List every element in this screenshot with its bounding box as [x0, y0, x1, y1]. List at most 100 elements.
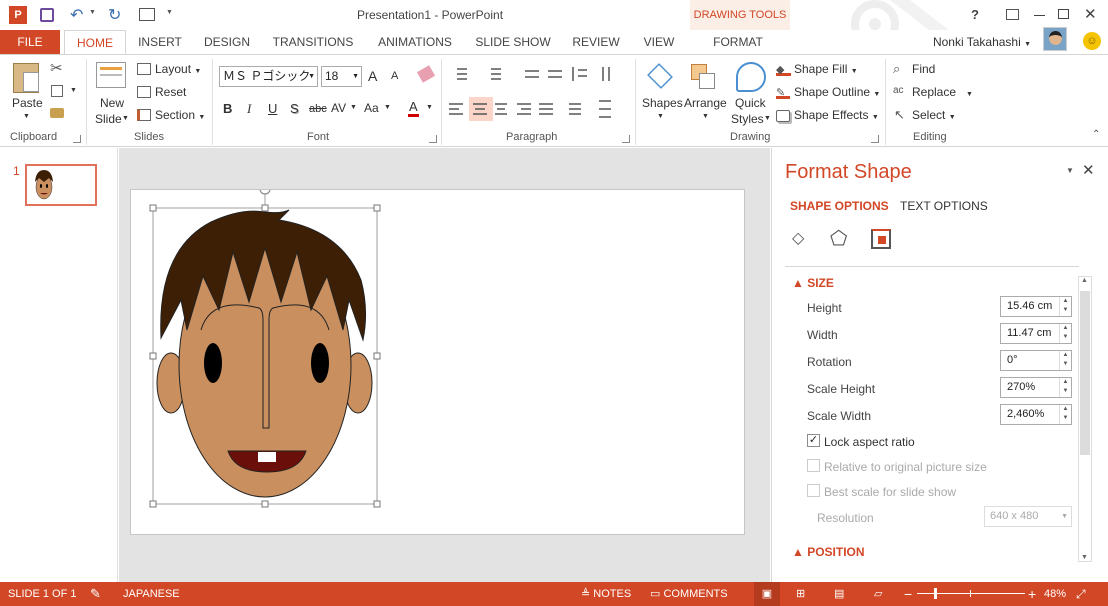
zoom-level[interactable]: 48%: [1044, 582, 1066, 606]
shapes-icon[interactable]: [647, 63, 673, 89]
height-spinner[interactable]: ▲ ▼: [1059, 297, 1071, 316]
grow-font-button[interactable]: A: [368, 68, 377, 84]
tab-home[interactable]: HOME: [64, 30, 126, 55]
zoom-slider[interactable]: [917, 588, 1025, 599]
zoom-in-button[interactable]: +: [1028, 582, 1036, 606]
shape-effects-icon[interactable]: [776, 110, 790, 122]
font-size-combo[interactable]: 18 ▼: [321, 66, 362, 87]
find-button[interactable]: Find: [912, 62, 935, 76]
drawing-launcher-icon[interactable]: [871, 135, 879, 143]
zoom-slider-thumb[interactable]: [934, 588, 937, 599]
bold-button[interactable]: B: [223, 101, 232, 116]
fit-slide-button[interactable]: ⤢: [1076, 582, 1086, 606]
font-name-combo[interactable]: ＭＳ Ｐゴシック ▼: [219, 66, 318, 87]
scrollbar-thumb[interactable]: [1080, 291, 1090, 455]
section-size[interactable]: ▲ SIZE: [792, 276, 834, 290]
avatar[interactable]: [1043, 27, 1067, 51]
section-position[interactable]: ▲ POSITION: [792, 545, 865, 559]
cut-icon[interactable]: ✂: [50, 59, 63, 77]
tab-file[interactable]: FILE: [0, 30, 60, 54]
clear-formatting-icon[interactable]: [416, 65, 436, 83]
face-drawing[interactable]: [131, 183, 744, 534]
new-slide-label-2[interactable]: Slide: [95, 112, 122, 126]
shape-effects-button[interactable]: Shape Effects ▼: [794, 108, 879, 122]
shape-outline-icon[interactable]: ✎: [776, 86, 790, 99]
redo-icon[interactable]: ↻: [108, 5, 121, 25]
language-indicator[interactable]: JAPANESE: [123, 582, 180, 606]
paste-icon[interactable]: [13, 63, 39, 93]
slide-canvas[interactable]: [130, 183, 745, 535]
change-case-dropdown-icon[interactable]: ▼: [384, 104, 391, 111]
shadow-button[interactable]: S: [290, 101, 299, 116]
rotation-input[interactable]: 0° ▲ ▼: [1000, 350, 1072, 371]
format-painter-icon[interactable]: [50, 108, 64, 118]
smiley-feedback-icon[interactable]: ☺: [1083, 32, 1101, 50]
arrange-dropdown-icon[interactable]: ▼: [702, 113, 709, 120]
right-eye[interactable]: [311, 343, 329, 383]
select-button[interactable]: Select ▼: [912, 108, 956, 122]
replace-button[interactable]: Replace ▼: [912, 85, 973, 99]
shrink-font-button[interactable]: A: [391, 70, 398, 82]
undo-icon[interactable]: ↶: [70, 5, 83, 25]
slide-thumbnail[interactable]: [25, 164, 97, 206]
tab-view[interactable]: VIEW: [636, 30, 682, 54]
lock-aspect-checkbox[interactable]: ✓: [807, 434, 820, 447]
arrange-button[interactable]: Arrange: [684, 96, 727, 110]
copy-dropdown-icon[interactable]: ▼: [70, 87, 77, 94]
normal-view-button[interactable]: ▣: [754, 582, 780, 606]
shapes-dropdown-icon[interactable]: ▼: [657, 113, 664, 120]
tab-format[interactable]: FORMAT: [700, 30, 776, 54]
tab-slide-show[interactable]: SLIDE SHOW: [472, 30, 554, 54]
pane-options-dropdown-icon[interactable]: ▼: [1066, 166, 1074, 175]
lock-aspect-label[interactable]: Lock aspect ratio: [824, 435, 915, 449]
tab-design[interactable]: DESIGN: [199, 30, 255, 54]
layout-button[interactable]: Layout ▼: [155, 62, 201, 76]
change-case-button[interactable]: Aa: [364, 101, 379, 115]
quick-styles-dropdown-icon[interactable]: ▼: [764, 115, 771, 122]
size-properties-icon[interactable]: [871, 229, 891, 249]
fill-line-icon[interactable]: ◇: [792, 228, 810, 247]
character-spacing-dropdown-icon[interactable]: ▼: [350, 104, 357, 111]
tab-shape-options[interactable]: SHAPE OPTIONS: [790, 199, 889, 213]
character-spacing-button[interactable]: AV: [331, 101, 346, 115]
notes-button[interactable]: ≜ NOTES: [581, 582, 631, 606]
shape-fill-button[interactable]: Shape Fill ▼: [794, 62, 858, 76]
width-spinner[interactable]: ▲ ▼: [1059, 324, 1071, 343]
scale-width-input[interactable]: 2,460% ▲ ▼: [1000, 404, 1072, 425]
slide-editor[interactable]: [119, 148, 770, 582]
save-icon[interactable]: [40, 8, 54, 22]
find-icon[interactable]: ⌕: [893, 61, 900, 77]
font-color-dropdown-icon[interactable]: ▼: [426, 104, 433, 111]
relative-checkbox[interactable]: [807, 459, 820, 472]
font-color-button[interactable]: A: [408, 99, 419, 117]
quick-styles-label[interactable]: Quick: [735, 96, 766, 110]
comments-button[interactable]: ▭ COMMENTS: [650, 582, 728, 606]
pane-scrollbar[interactable]: ▲ ▼: [1078, 276, 1092, 562]
best-scale-checkbox[interactable]: [807, 484, 820, 497]
shape-outline-button[interactable]: Shape Outline ▼: [794, 85, 880, 99]
quick-styles-label-2[interactable]: Styles: [731, 112, 764, 126]
layout-icon[interactable]: [137, 63, 151, 75]
slide-show-button[interactable]: ▱: [874, 582, 882, 606]
left-eye[interactable]: [204, 343, 222, 383]
collapse-ribbon-icon[interactable]: ⌃: [1092, 129, 1100, 140]
resolution-select[interactable]: 640 x 480 ▼: [984, 506, 1072, 527]
slide-counter[interactable]: SLIDE 1 OF 1: [8, 582, 76, 606]
quick-styles-icon[interactable]: [736, 62, 766, 92]
reset-icon[interactable]: [137, 86, 151, 98]
start-from-beginning-icon[interactable]: [139, 8, 155, 21]
tab-transitions[interactable]: TRANSITIONS: [268, 30, 358, 54]
paste-dropdown-icon[interactable]: ▼: [23, 113, 30, 120]
height-input[interactable]: 15.46 cm ▲ ▼: [1000, 296, 1072, 317]
new-slide-dropdown-icon[interactable]: ▼: [122, 115, 129, 122]
zoom-out-button[interactable]: −: [904, 582, 912, 606]
select-icon[interactable]: ↖: [894, 107, 905, 123]
scale-width-spinner[interactable]: ▲ ▼: [1059, 405, 1071, 424]
slide-sorter-button[interactable]: ⊞: [796, 582, 805, 606]
undo-dropdown-icon[interactable]: ▼: [89, 9, 96, 16]
rotation-handle[interactable]: [259, 183, 271, 195]
tab-insert[interactable]: INSERT: [134, 30, 186, 54]
new-slide-label[interactable]: New: [100, 96, 124, 110]
scale-height-spinner[interactable]: ▲ ▼: [1059, 378, 1071, 397]
section-icon[interactable]: [137, 109, 151, 121]
